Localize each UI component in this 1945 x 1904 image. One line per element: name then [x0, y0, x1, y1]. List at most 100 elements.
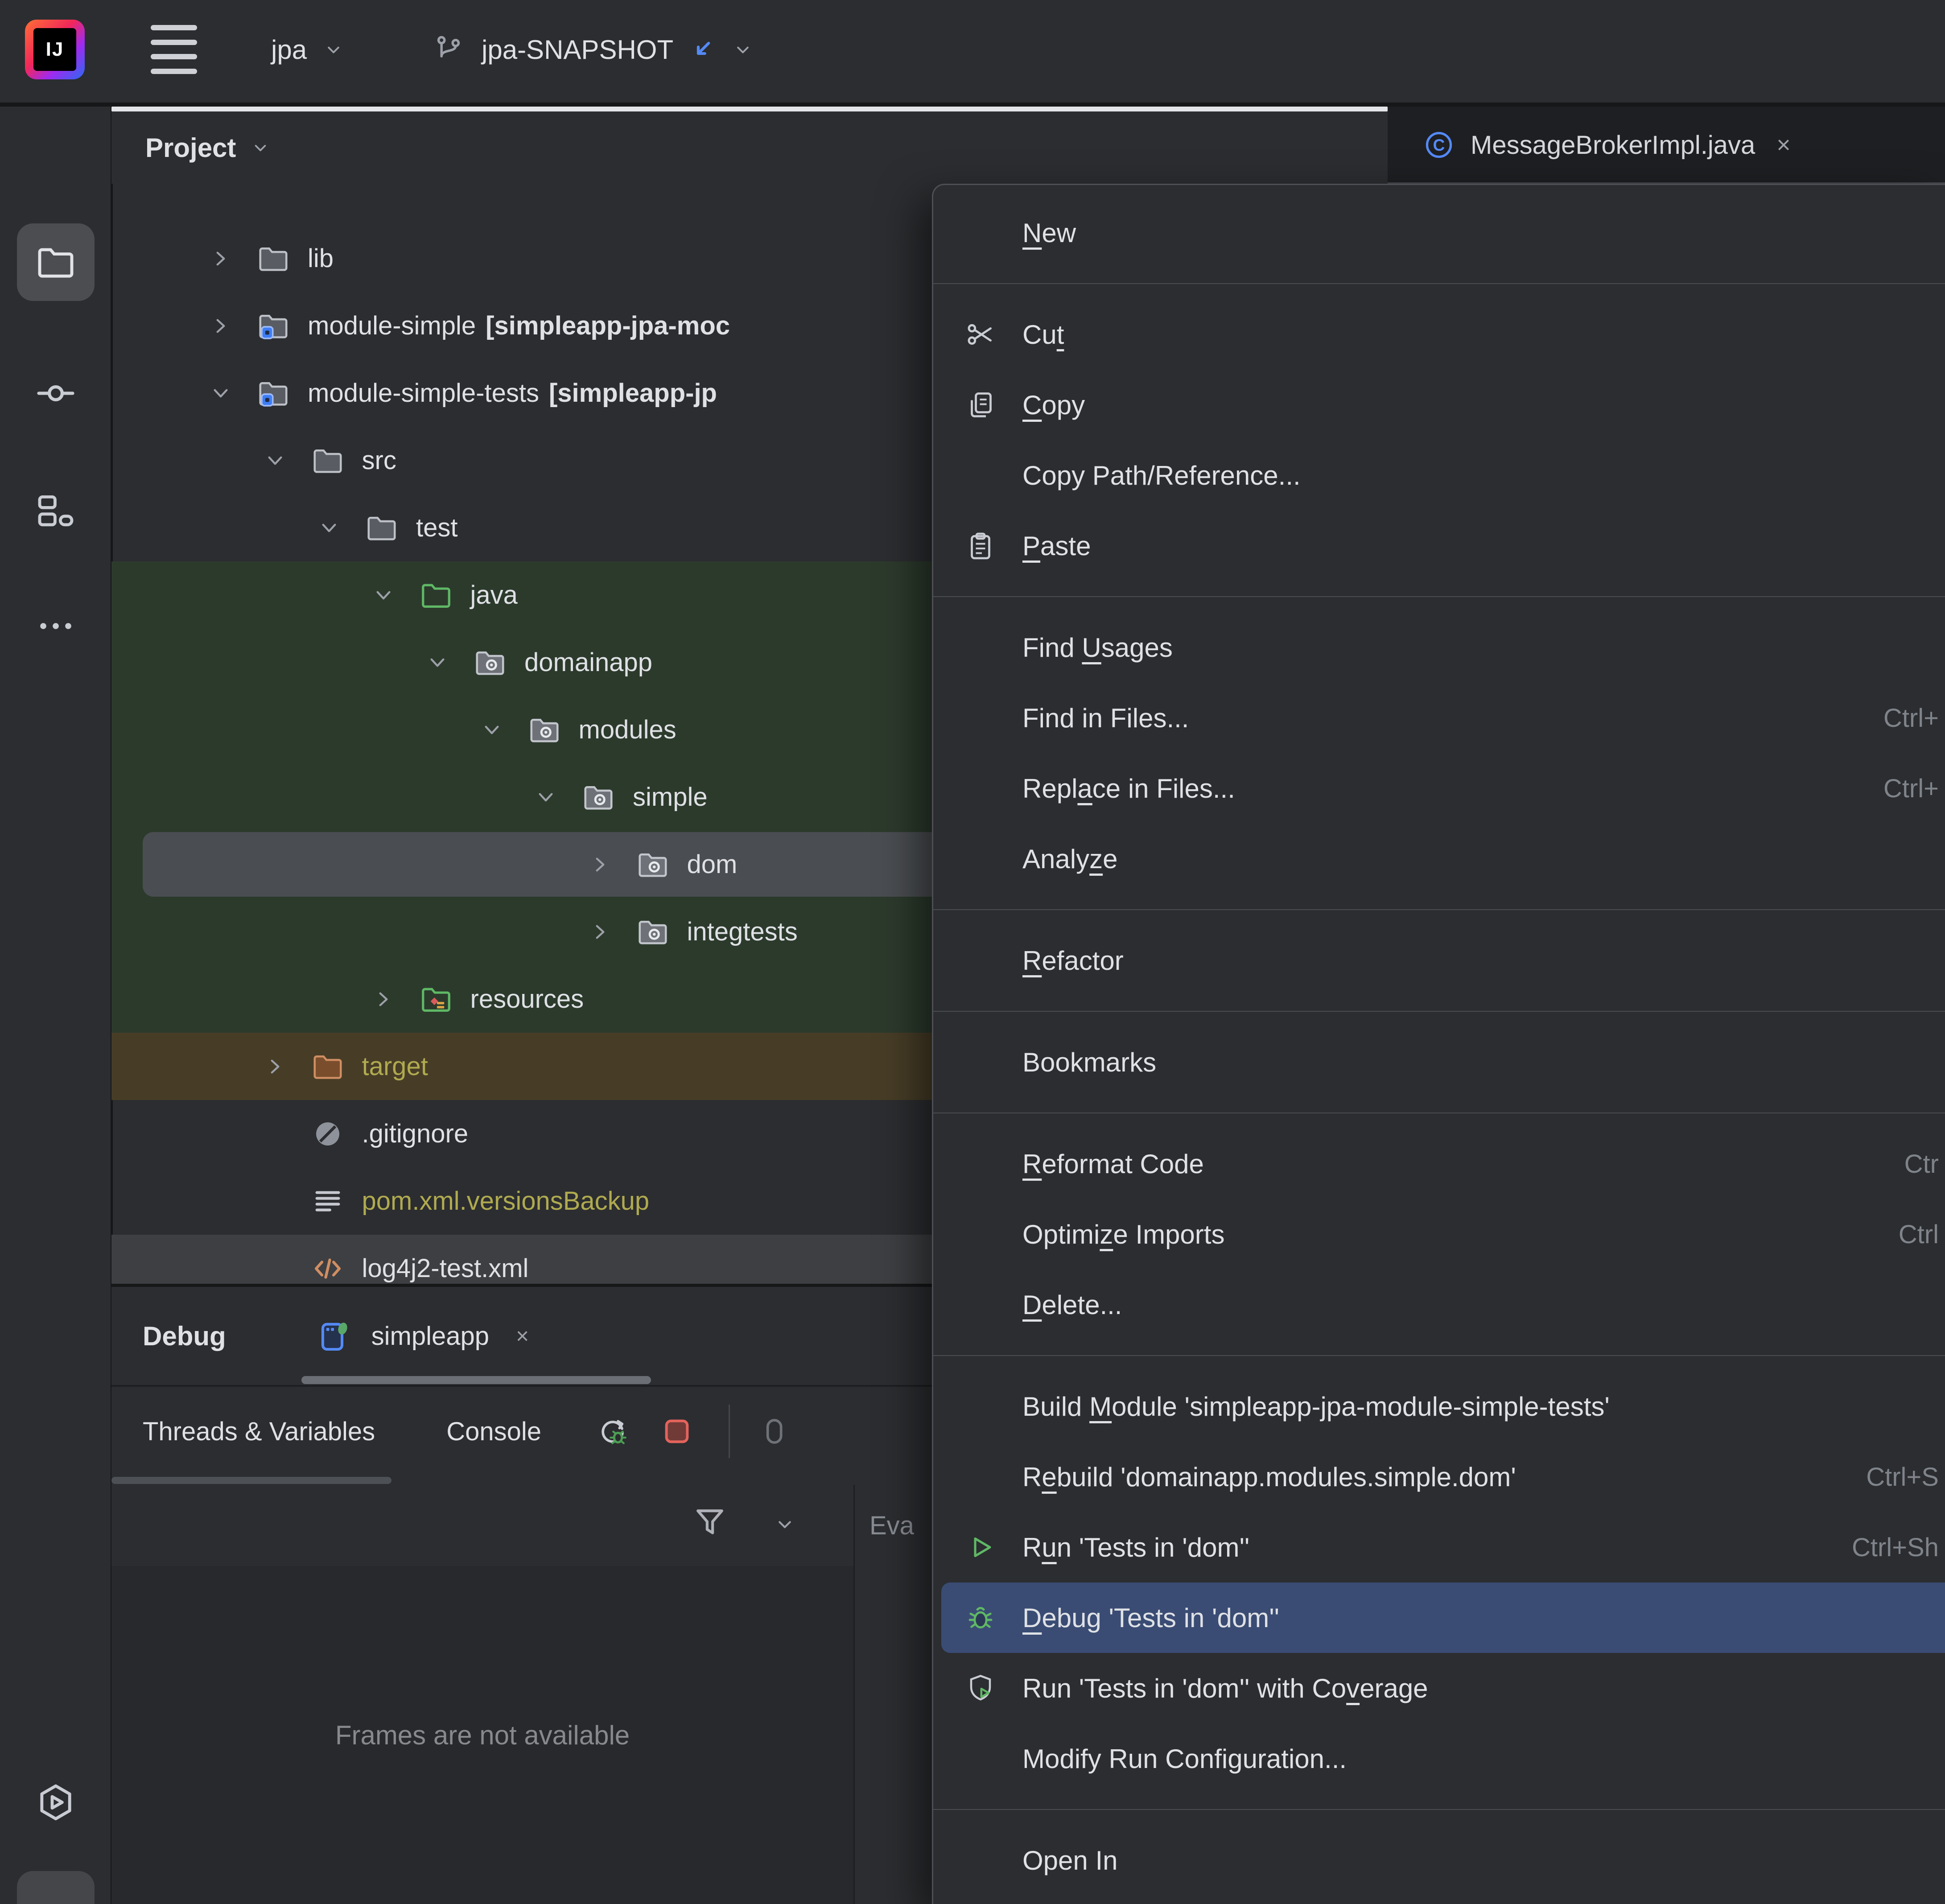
- chevron-right-icon[interactable]: [262, 1054, 288, 1080]
- activity-bar-item-commit[interactable]: [17, 354, 95, 432]
- menu-shortcut: Ctrl: [1899, 1220, 1945, 1249]
- menu-separator: [933, 283, 1945, 284]
- tree-row-simple[interactable]: simple: [111, 763, 932, 831]
- copy-icon: [964, 389, 997, 421]
- java-class-icon: C: [1422, 128, 1455, 161]
- chevron-right-icon[interactable]: [587, 919, 613, 945]
- activity-bar-item-structure[interactable]: [17, 473, 95, 551]
- debug-session-tab[interactable]: simpleapp ×: [315, 1316, 529, 1356]
- menu-item-label: Find in Files...: [1022, 703, 1189, 734]
- chevron-down-icon[interactable]: [731, 38, 754, 61]
- frames-panel: Frames are not available: [111, 1566, 853, 1904]
- svg-text:C: C: [1433, 136, 1445, 154]
- funnel-icon[interactable]: [689, 1503, 730, 1544]
- menu-item-modify-run-configuration[interactable]: Modify Run Configuration...: [933, 1723, 1945, 1794]
- activity-bar-item-project[interactable]: [17, 223, 95, 301]
- chevron-down-icon[interactable]: [208, 380, 234, 406]
- menu-item-find-usages[interactable]: Find Usages: [933, 612, 1945, 683]
- menu-icon-spacer: [964, 1844, 997, 1876]
- project-selector[interactable]: jpa: [271, 20, 345, 79]
- tree-row-java[interactable]: java: [111, 561, 932, 629]
- menu-item-delete[interactable]: Delete...: [933, 1269, 1945, 1340]
- menu-item-optimize-imports[interactable]: Optimize Imports Ctrl: [933, 1199, 1945, 1269]
- menu-item-cut[interactable]: Cut: [933, 299, 1945, 370]
- menu-separator: [933, 1809, 1945, 1810]
- chevron-down-icon[interactable]: [262, 448, 288, 474]
- chevron-down-icon[interactable]: [772, 1512, 797, 1537]
- menu-icon-spacer: [964, 459, 997, 491]
- menu-item-reformat-code[interactable]: Reformat CodeCtr: [933, 1129, 1945, 1199]
- stop-icon[interactable]: [659, 1414, 695, 1449]
- tab-threads-and-variables[interactable]: Threads & Variables: [143, 1417, 375, 1447]
- chevron-down-icon[interactable]: [371, 582, 396, 608]
- menu-item-run-tests-in-dom-with-coverage[interactable]: Run 'Tests in 'dom'' with Coverage: [933, 1653, 1945, 1723]
- tree-row-pom-xml-versionsbackup[interactable]: pom.xml.versionsBackup: [111, 1167, 932, 1235]
- menu-item-label: Optimize Imports: [1022, 1219, 1224, 1250]
- app-window-icon: [315, 1316, 355, 1356]
- chevron-down-icon[interactable]: [424, 650, 450, 676]
- tree-row-dom[interactable]: dom: [111, 831, 932, 898]
- tree-label: module-simple[simpleapp-jpa-moc: [308, 292, 730, 359]
- tree-row-test[interactable]: test: [111, 494, 932, 561]
- activity-bar-item-more[interactable]: [17, 587, 95, 665]
- tree-row-modules[interactable]: modules: [111, 696, 932, 763]
- menu-item-analyze[interactable]: Analyze: [933, 824, 1945, 894]
- tree-row-module-simple-tests[interactable]: module-simple-tests[simpleapp-jp: [111, 359, 932, 427]
- menu-item-debug-tests-in-dom[interactable]: Debug 'Tests in 'dom'': [941, 1583, 1945, 1653]
- activity-bar-item-services[interactable]: [17, 1764, 95, 1841]
- menu-item-label: Run 'Tests in 'dom'': [1022, 1532, 1249, 1563]
- chevron-right-icon[interactable]: [208, 246, 234, 272]
- menu-item-bookmarks[interactable]: Bookmarks: [933, 1027, 1945, 1097]
- menu-item-label: Run 'Tests in 'dom'' with Coverage: [1022, 1673, 1428, 1704]
- menu-item-label: Modify Run Configuration...: [1022, 1743, 1347, 1774]
- tree-row-log4j2-test-xml[interactable]: log4j2-test.xml: [111, 1235, 932, 1284]
- chevron-down-icon[interactable]: [249, 136, 272, 159]
- chevron-down-icon[interactable]: [479, 717, 505, 743]
- git-branch-widget[interactable]: jpa-SNAPSHOT: [432, 20, 754, 79]
- menu-icon-spacer: [964, 1148, 997, 1180]
- tree-row-integtests[interactable]: integtests: [111, 898, 932, 965]
- chevron-right-icon[interactable]: [208, 313, 234, 339]
- tree-row-resources[interactable]: resources: [111, 965, 932, 1033]
- close-icon[interactable]: ×: [1776, 131, 1791, 159]
- tab-console[interactable]: Console: [446, 1417, 541, 1447]
- active-tab-underline: [301, 1376, 651, 1384]
- menu-item-build-module-simpleapp-jpa-module-simple-tests[interactable]: Build Module 'simpleapp-jpa-module-simpl…: [933, 1371, 1945, 1442]
- chevron-right-icon[interactable]: [371, 986, 396, 1012]
- menu-item-refactor[interactable]: Refactor: [933, 925, 1945, 996]
- tree-row-lib[interactable]: lib: [111, 225, 932, 292]
- active-tool-window-button[interactable]: [17, 1871, 95, 1904]
- menu-item-rebuild-domainapp-modules-simple-dom[interactable]: Rebuild 'domainapp.modules.simple.dom'Ct…: [933, 1442, 1945, 1512]
- tree-row-module-simple[interactable]: module-simple[simpleapp-jpa-moc: [111, 292, 932, 359]
- close-icon[interactable]: ×: [516, 1323, 529, 1349]
- chevron-right-icon[interactable]: [587, 852, 613, 878]
- menu-item-open-in[interactable]: Open In: [933, 1825, 1945, 1896]
- horizontal-scrollbar-thumb[interactable]: [111, 1477, 391, 1484]
- menu-item-label: Find Usages: [1022, 632, 1173, 663]
- excluded-folder-icon: [310, 1049, 345, 1084]
- rerun-icon[interactable]: [595, 1414, 630, 1449]
- menu-item-run-tests-in-dom[interactable]: Run 'Tests in 'dom''Ctrl+Sh: [933, 1512, 1945, 1583]
- project-panel-title[interactable]: Project: [145, 132, 236, 163]
- hamburger-menu-icon[interactable]: [151, 25, 197, 74]
- menu-item-replace-in-files[interactable]: Replace in Files...Ctrl+: [933, 753, 1945, 824]
- menu-item-copy-path-reference[interactable]: Copy Path/Reference...: [933, 440, 1945, 511]
- tree-row-src[interactable]: src: [111, 427, 932, 494]
- editor-tab-messagebrokerimpl[interactable]: C MessageBrokerImpl.java ×: [1422, 128, 1791, 161]
- test-root-folder-icon: [419, 578, 453, 613]
- menu-item-paste[interactable]: Paste: [933, 511, 1945, 581]
- tree-row-target[interactable]: target: [111, 1033, 932, 1100]
- menu-item-copy[interactable]: Copy: [933, 370, 1945, 440]
- menu-separator: [933, 1355, 1945, 1356]
- tree-row-domainapp[interactable]: domainapp: [111, 629, 932, 696]
- tree-row-gitignore[interactable]: .gitignore: [111, 1100, 932, 1167]
- toolbar-divider: [0, 103, 1945, 107]
- tree-label: .gitignore: [362, 1100, 469, 1167]
- menu-item-new[interactable]: New: [933, 198, 1945, 268]
- menu-icon-spacer: [964, 772, 997, 804]
- intellij-logo-icon[interactable]: IJ: [25, 20, 85, 79]
- menu-icon-spacer: [964, 702, 997, 734]
- chevron-down-icon[interactable]: [316, 515, 342, 541]
- menu-item-find-in-files[interactable]: Find in Files...Ctrl+: [933, 683, 1945, 753]
- chevron-down-icon[interactable]: [533, 784, 559, 810]
